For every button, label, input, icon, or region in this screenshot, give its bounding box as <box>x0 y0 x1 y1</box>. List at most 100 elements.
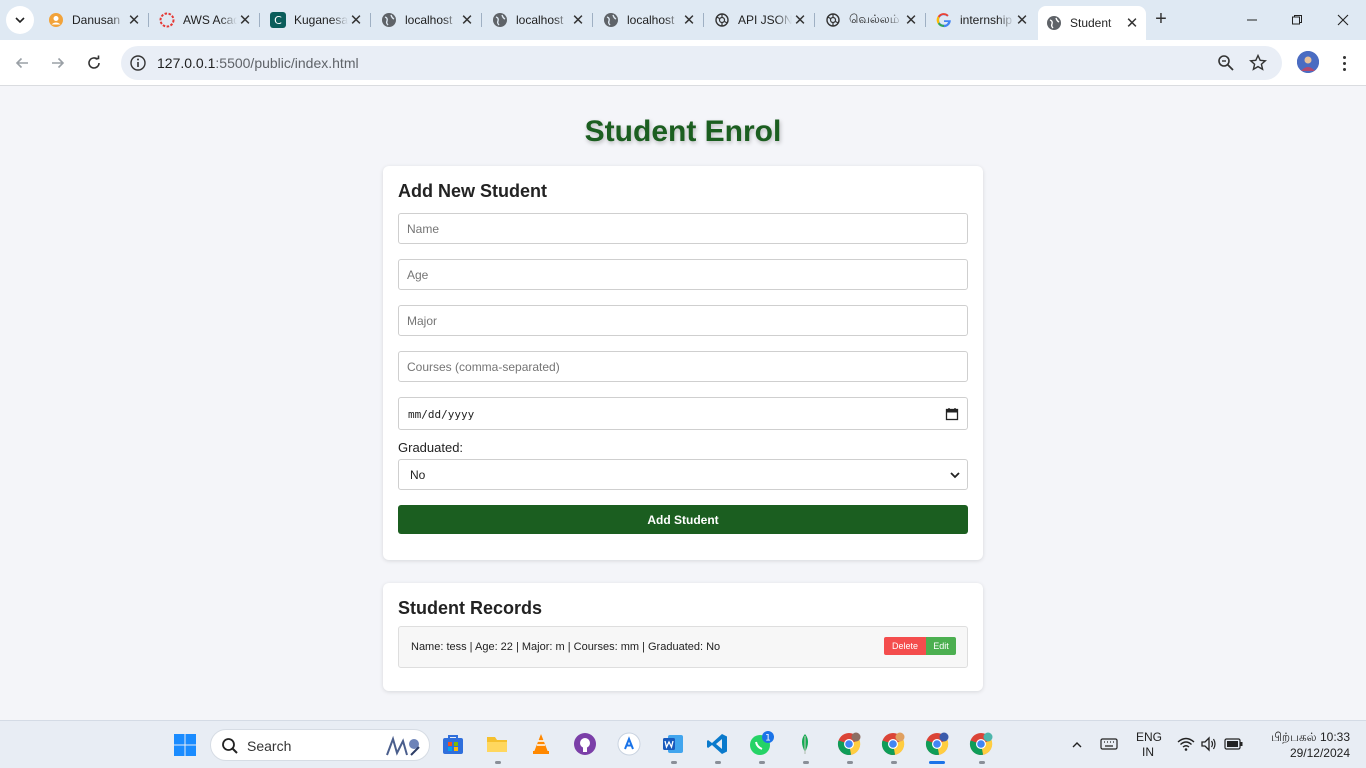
close-icon[interactable]: ✕ <box>1124 15 1140 32</box>
tab-title: வெல்லம் <box>849 12 900 26</box>
mongodb-icon <box>802 734 808 754</box>
taskbar-vlc-app[interactable] <box>528 731 554 757</box>
bookmark-star-icon[interactable] <box>1248 53 1268 73</box>
address-bar[interactable]: 127.0.0.1:5500/public/index.html <box>121 46 1282 80</box>
chrome-icon <box>925 732 949 755</box>
minimize-icon <box>1247 19 1257 21</box>
tab-separator <box>481 13 482 27</box>
running-indicator <box>495 761 501 764</box>
battery-icon[interactable] <box>1224 737 1244 751</box>
close-icon[interactable]: ✕ <box>792 12 808 29</box>
minimize-button[interactable] <box>1229 0 1275 40</box>
tab-aws[interactable]: AWS Academy ✕ <box>151 6 260 34</box>
page-viewport: Student Enrol Add New Student mm/dd/yyyy… <box>0 87 1366 720</box>
c-icon: C <box>270 12 286 28</box>
close-icon[interactable]: ✕ <box>237 12 253 29</box>
back-button[interactable] <box>8 49 36 77</box>
language-indicator[interactable]: ENG IN <box>1136 730 1162 760</box>
vlc-icon <box>533 734 549 754</box>
running-indicator <box>759 761 765 764</box>
calendar-icon[interactable] <box>945 407 959 421</box>
tab-title: internship <box>960 13 1013 27</box>
reload-button[interactable] <box>80 49 108 77</box>
tab-localhost-3[interactable]: localhost ✕ <box>595 6 704 34</box>
url-text: 127.0.0.1:5500/public/index.html <box>157 55 359 71</box>
date-input[interactable]: mm/dd/yyyy <box>398 397 968 430</box>
tab-title: AWS Academy <box>183 13 237 27</box>
list-item: Name: tess | Age: 22 | Major: m | Course… <box>398 626 968 668</box>
reload-icon <box>88 55 100 69</box>
word-icon <box>663 735 683 753</box>
age-input[interactable] <box>398 259 968 290</box>
avatar-icon <box>1297 51 1319 73</box>
app-store-icon <box>617 732 641 756</box>
graduated-select[interactable]: No <box>398 459 968 490</box>
close-icon[interactable]: ✕ <box>126 12 142 29</box>
windows-taskbar: Search 1 ENG IN பிற்பகல் 10:33 29/12/202… <box>0 720 1366 768</box>
taskbar-github-app[interactable] <box>572 731 598 757</box>
restore-button[interactable] <box>1274 0 1320 40</box>
tab-api-json[interactable]: API JSON ✕ <box>706 6 815 34</box>
close-icon[interactable]: ✕ <box>348 12 364 29</box>
records-heading: Student Records <box>398 598 543 618</box>
courses-input[interactable] <box>398 351 968 382</box>
close-icon[interactable]: ✕ <box>1014 12 1030 29</box>
close-icon[interactable]: ✕ <box>459 12 475 29</box>
close-icon[interactable]: ✕ <box>903 12 919 29</box>
taskbar-mongodb-app[interactable] <box>792 731 818 757</box>
keyboard-icon[interactable] <box>1100 737 1118 751</box>
tab-student-active[interactable]: Student ✕ <box>1038 6 1146 40</box>
zoom-icon[interactable] <box>1216 53 1236 73</box>
taskbar-search-box[interactable]: Search <box>210 729 430 761</box>
running-indicator <box>847 761 853 764</box>
taskbar-store-app[interactable] <box>440 731 466 757</box>
browser-menu-button[interactable] <box>1334 51 1354 75</box>
tab-separator <box>703 13 704 27</box>
tab-danusan[interactable]: Danusan ✕ <box>40 6 149 34</box>
tab-separator <box>148 13 149 27</box>
taskbar-chrome-app-1[interactable] <box>836 731 862 757</box>
whatsapp-icon: 1 <box>750 731 774 755</box>
tab-search-button[interactable] <box>6 6 34 34</box>
tab-localhost-2[interactable]: localhost ✕ <box>484 6 593 34</box>
new-tab-button[interactable]: + <box>1150 8 1172 30</box>
taskbar-whatsapp-app[interactable]: 1 <box>748 731 774 757</box>
taskbar-word-app[interactable] <box>660 731 686 757</box>
info-icon[interactable] <box>129 54 147 72</box>
tab-internship[interactable]: internship ✕ <box>928 6 1036 34</box>
major-input[interactable] <box>398 305 968 336</box>
taskbar-vscode-app[interactable] <box>704 731 730 757</box>
taskbar-appstore-app[interactable] <box>616 731 642 757</box>
forward-button[interactable] <box>44 49 72 77</box>
taskbar-chrome-app-3[interactable] <box>924 731 950 757</box>
taskbar-chrome-app-2[interactable] <box>880 731 906 757</box>
profile-avatar[interactable] <box>1297 51 1319 73</box>
tab-localhost-1[interactable]: localhost ✕ <box>373 6 482 34</box>
clock-date: 29/12/2024 <box>1289 746 1350 760</box>
windows-start-icon[interactable] <box>173 733 197 757</box>
browser-toolbar: 127.0.0.1:5500/public/index.html <box>0 40 1366 86</box>
folder-icon <box>487 737 507 752</box>
globe-icon <box>1046 15 1062 31</box>
delete-button[interactable]: Delete <box>884 637 926 655</box>
tab-title: Student <box>1070 16 1112 30</box>
tab-tamil[interactable]: வெல்லம் ✕ <box>817 6 926 34</box>
taskbar-explorer-app[interactable] <box>484 731 510 757</box>
date-placeholder: mm/dd/yyyy <box>408 408 475 421</box>
close-window-button[interactable] <box>1320 0 1366 40</box>
taskbar-chrome-app-4[interactable] <box>968 731 994 757</box>
chevron-down-icon <box>15 17 25 24</box>
system-clock[interactable]: பிற்பகல் 10:33 29/12/2024 <box>1246 729 1350 761</box>
add-student-card: Add New Student mm/dd/yyyy Graduated: No… <box>383 166 983 560</box>
wifi-icon[interactable] <box>1177 736 1195 752</box>
volume-icon[interactable] <box>1200 736 1218 752</box>
close-icon[interactable]: ✕ <box>570 12 586 29</box>
close-icon[interactable]: ✕ <box>681 12 697 29</box>
tab-kuganesan[interactable]: C Kuganesan ✕ <box>262 6 371 34</box>
graduated-label: Graduated: <box>398 440 464 455</box>
edit-button[interactable]: Edit <box>926 637 956 655</box>
add-student-button[interactable]: Add Student <box>398 505 968 534</box>
name-input[interactable] <box>398 213 968 244</box>
chevron-up-icon[interactable] <box>1071 739 1083 751</box>
tab-title: API JSON <box>738 13 792 27</box>
